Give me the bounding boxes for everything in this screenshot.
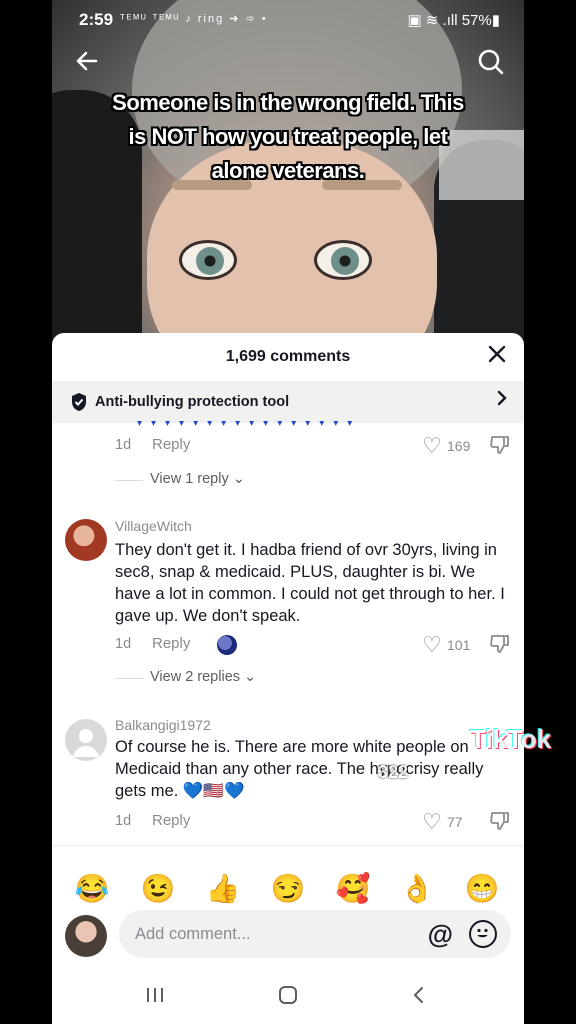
view-replies-link[interactable]: View 1 reply ⌄ xyxy=(150,471,245,487)
status-time: 2:59 xyxy=(79,10,114,29)
comment-age: 1d xyxy=(115,437,132,453)
avatar[interactable] xyxy=(65,519,107,561)
emoji-picker-icon[interactable] xyxy=(469,920,497,948)
back-arrow-icon[interactable] xyxy=(72,48,102,78)
status-notification-icons: ᵀᴱᴹᵁ ᵀᴱᴹᵁ ♪ ring ➜ ➾ • xyxy=(120,13,268,25)
emoji-smirk[interactable]: 😏 xyxy=(268,872,308,905)
comment-username[interactable]: VillageWitch xyxy=(115,518,192,534)
chevron-right-icon xyxy=(496,389,508,413)
emoji-smiling-hearts[interactable]: 🥰 xyxy=(333,872,373,905)
close-icon[interactable] xyxy=(484,343,510,369)
mention-button[interactable]: @ xyxy=(428,919,453,950)
dislike-icon[interactable] xyxy=(489,634,511,659)
reply-button[interactable]: Reply xyxy=(152,635,190,652)
dislike-icon[interactable] xyxy=(489,811,511,836)
view-replies-label: View 1 reply xyxy=(150,471,229,487)
comment-text: They don't get it. I hadba friend of ovr… xyxy=(115,541,505,625)
comment-input-row: @ xyxy=(52,909,524,965)
divider xyxy=(115,480,143,481)
emoji-thumbs-up[interactable]: 👍 xyxy=(203,872,243,905)
video-caption-overlay: Someone is in the wrong field. This is N… xyxy=(112,90,464,183)
like-count: 77 xyxy=(447,814,463,830)
comment-count-title: 1,699 comments xyxy=(225,348,351,365)
divider xyxy=(115,678,143,679)
back-icon[interactable] xyxy=(412,985,426,1011)
home-icon[interactable] xyxy=(278,985,298,1011)
anti-bullying-label: Anti-bullying protection tool xyxy=(95,394,290,410)
anti-bullying-banner[interactable]: Anti-bullying protection tool xyxy=(52,381,524,423)
comment-input[interactable] xyxy=(135,922,415,946)
like-count: 169 xyxy=(447,438,471,454)
emoji-quick-bar: 😂 😉 👍 😏 🥰 👌 😁 xyxy=(52,845,524,915)
status-system-icons: ▣ ≋ .ıll 57%▮ xyxy=(407,12,500,29)
view-replies-label: View 2 replies xyxy=(150,669,241,685)
tiktok-app-frame: 2:59 ᵀᴱᴹᵁ ᵀᴱᴹᵁ ♪ ring ➜ ➾ • ▣ ≋ .ıll 57%… xyxy=(52,0,524,1024)
heart-icon[interactable]: ♡ xyxy=(422,811,442,833)
comments-sheet: 1,699 comments Anti-bullying protection … xyxy=(52,333,524,1024)
system-nav-bar xyxy=(52,965,524,1024)
heart-icon[interactable]: ♡ xyxy=(422,634,442,656)
creator-liked-avatar xyxy=(217,635,237,655)
emoji-ok-hand[interactable]: 👌 xyxy=(397,872,437,905)
comment-age: 1d xyxy=(115,636,132,652)
reply-button[interactable]: Reply xyxy=(152,436,190,453)
truncated-comment-fragment: ▾▾▾▾▾▾▾▾▾▾▾▾▾▾▾▾ xyxy=(137,421,362,427)
dislike-icon[interactable] xyxy=(489,435,511,460)
video-bg-eye-right xyxy=(314,240,372,280)
comment-composer[interactable]: @ xyxy=(119,910,511,958)
video-bg-eye-left xyxy=(179,240,237,280)
emoji-tears-of-joy[interactable]: 😂 xyxy=(72,872,112,905)
comment-age: 1d xyxy=(115,813,132,829)
emoji-wink[interactable]: 😉 xyxy=(138,872,178,905)
search-icon[interactable] xyxy=(476,48,506,78)
view-replies-link[interactable]: View 2 replies ⌄ xyxy=(150,669,256,685)
comment-username[interactable]: Balkangigi1972 xyxy=(115,717,211,733)
like-count: 101 xyxy=(447,637,471,653)
avatar xyxy=(65,915,107,957)
avatar[interactable] xyxy=(65,719,107,761)
shield-icon xyxy=(72,393,86,411)
recent-apps-icon[interactable] xyxy=(145,985,165,1011)
video-player[interactable]: 2:59 ᵀᴱᴹᵁ ᵀᴱᴹᵁ ♪ ring ➜ ➾ • ▣ ≋ .ıll 57%… xyxy=(52,0,524,345)
emoji-grin[interactable]: 😁 xyxy=(462,872,502,905)
comments-header: 1,699 comments xyxy=(52,333,524,381)
reply-button[interactable]: Reply xyxy=(152,812,190,829)
comment-text: Of course he is. There are more white pe… xyxy=(115,738,484,800)
heart-icon[interactable]: ♡ xyxy=(422,435,442,457)
status-bar: 2:59 ᵀᴱᴹᵁ ᵀᴱᴹᵁ ♪ ring ➜ ➾ • ▣ ≋ .ıll 57%… xyxy=(52,0,524,40)
